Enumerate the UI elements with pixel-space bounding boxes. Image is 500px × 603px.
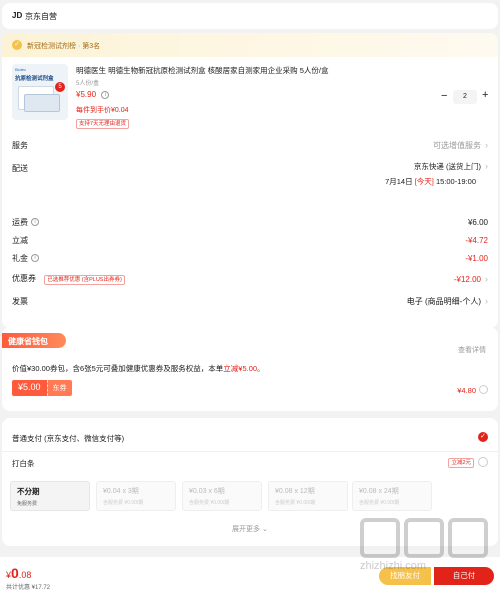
installment-title: ¥0.03 x 6期 (189, 488, 225, 495)
badge-icon: ✓ (12, 40, 22, 50)
info-icon[interactable]: i (101, 90, 110, 99)
installment-option[interactable]: ¥0.03 x 6期 含服务费 ¥0.00/期 (182, 481, 262, 511)
installment-title: ¥0.08 x 24期 (359, 488, 399, 495)
wallet-radio[interactable] (479, 385, 488, 394)
installment-option[interactable]: ¥0.08 x 24期 含服务费 ¥0.00/期 (352, 481, 432, 511)
installment-title: ¥0.08 x 12期 (275, 488, 315, 495)
delivery-label: 配送 (12, 164, 28, 173)
wallet-description: 价值¥30.00券包，含6张5元可叠加健康优惠券及服务权益，本单立减¥5.00。 (12, 363, 265, 374)
installment-sub: 含服务费 ¥0.00/期 (189, 500, 230, 506)
installment-sub: 含服务费 ¥0.00/期 (359, 500, 400, 506)
self-pay-button[interactable]: 自己付 (434, 567, 494, 585)
delivery-time: 15:00-19:00 (435, 177, 476, 186)
wallet-coupon: ¥5.00 东券 (12, 380, 72, 396)
installment-title: ¥0.04 x 3期 (103, 488, 139, 495)
product-title[interactable]: 明德医生 明德生物新冠抗原检测试剂盒 核酸居家自测家用企业采购 5人份/盒 (76, 66, 376, 76)
discount-row: 立减 -¥4.72 (12, 232, 488, 248)
product-spec: 5人份/盒 (76, 81, 100, 87)
invoice-row[interactable]: 发票 电子 (商品明细-个人) › (12, 293, 488, 309)
service-row[interactable]: 服务 可选增值服务 › (12, 137, 488, 153)
wallet-title: 健康省钱包 (8, 337, 48, 346)
installment-option[interactable]: ¥0.08 x 12期 含服务费 ¥0.00/期 (268, 481, 348, 511)
rank-banner[interactable]: ✓ 新冠检测试剂榜 · 第3名 (2, 33, 498, 57)
check-icon[interactable]: ✓ (478, 432, 488, 442)
installment-sub: 免服务费 (17, 501, 38, 507)
baitiao-label: 打白条 (12, 459, 35, 468)
freight-label: 运费 (12, 217, 28, 227)
normal-pay-label: 普通支付 (京东支付、微信支付等) (12, 434, 125, 443)
rank-text: 新冠检测试剂榜 · 第3名 (27, 43, 101, 50)
delivery-method: 京东快递 (送货上门) (413, 162, 481, 171)
minus-button[interactable]: − (441, 90, 447, 102)
product-thumbnail[interactable]: Biotec 抗原检测试剂盒 5 (12, 64, 68, 120)
thumb-badge: 5 (55, 82, 65, 92)
invoice-value: 电子 (商品明细-个人) (406, 296, 481, 306)
chevron-right-icon: › (485, 139, 488, 150)
wallet-banner: 健康省钱包 (2, 333, 66, 348)
chevron-down-icon: ⌄ (261, 526, 268, 533)
service-value: 可选增值服务 (433, 140, 481, 150)
installment-option[interactable]: 不分期 免服务费 (10, 481, 90, 511)
divider (2, 451, 498, 452)
delivery-date: 7月14日 (385, 177, 413, 186)
coupon-label: 优惠券 (12, 274, 36, 283)
health-wallet-card: 健康省钱包 查看详情 价值¥30.00券包，含6张5元可叠加健康优惠券及服务权益… (2, 327, 498, 411)
wallet-desc-highlight: 立减¥5.00。 (223, 364, 265, 373)
kit-box-shape (24, 94, 60, 112)
thumb-brand: Biotec (15, 67, 27, 72)
thumb-title: 抗原检测试剂盒 (15, 76, 54, 82)
baitiao-tag: 立减2元 (448, 458, 474, 468)
jd-logo: JD (12, 11, 23, 20)
gift-label: 礼金 (12, 253, 28, 263)
total-price: ¥0.08 (6, 565, 31, 583)
info-icon[interactable]: i (31, 254, 39, 263)
shop-name: 京东自营 (25, 12, 57, 21)
plus-button[interactable]: + (482, 89, 488, 101)
coupon-row[interactable]: 优惠券 已选推荐优惠 (含PLUS出券券) -¥12.00 › (12, 271, 488, 287)
installment-sub: 含服务费 ¥0.00/期 (275, 500, 316, 506)
installment-option[interactable]: ¥0.04 x 3期 含服务费 ¥0.00/期 (96, 481, 176, 511)
baitiao-radio[interactable] (478, 457, 488, 467)
info-icon[interactable]: i (31, 218, 39, 227)
chevron-right-icon: › (485, 161, 488, 171)
wallet-price: ¥4.80 (457, 386, 476, 395)
fees-card: 运费 i ¥6.00 立减 -¥4.72 礼金 i -¥1.00 优惠券 已选推荐优… (2, 208, 498, 318)
friend-pay-button[interactable]: 找朋友付 (379, 567, 431, 585)
installment-sub: 含服务费 ¥0.00/期 (103, 500, 144, 506)
gift-row: 礼金 i -¥1.00 (12, 250, 488, 266)
wallet-coupon-amount: ¥5.00 (12, 380, 47, 396)
total-savings: 共计优惠 ¥17.72 (6, 585, 51, 591)
product-price: ¥5.90 i (76, 90, 110, 99)
freight-row: 运费 i ¥6.00 (12, 214, 488, 230)
expand-more-label: 展开更多 (232, 526, 260, 533)
return-tag: 支持7天无理由退货 (76, 119, 130, 129)
chevron-right-icon: › (485, 295, 488, 306)
coupon-tag: 已选推荐优惠 (含PLUS出券券) (44, 275, 125, 285)
wallet-coupon-tag: 东券 (46, 380, 72, 396)
price-value: 5.90 (80, 90, 97, 99)
expand-more-button[interactable]: 展开更多 ⌄ (232, 524, 268, 534)
coupon-value: -¥12.00 (453, 275, 481, 284)
bottom-bar: ¥0.08 共计优惠 ¥17.72 找朋友付 自己付 (0, 557, 500, 603)
chevron-right-icon: › (485, 274, 488, 284)
daily-price: 每件到手价¥0.04 (76, 107, 129, 114)
delivery-value-block[interactable]: 京东快递 (送货上门) › 7月14日 [今天] 15:00-19:00 (385, 161, 488, 187)
total-int: 0 (11, 565, 19, 581)
shop-header: JD 京东自营 (2, 3, 498, 29)
quantity-input[interactable]: 2 (453, 90, 477, 104)
installment-title: 不分期 (17, 487, 40, 496)
service-label: 服务 (12, 140, 28, 150)
wallet-desc-text: 价值¥30.00券包，含6张5元可叠加健康优惠券及服务权益，本单 (12, 364, 224, 373)
wallet-details-link[interactable]: 查看详情 (458, 345, 486, 355)
delivery-today: [今天] (414, 177, 434, 186)
discount-label: 立减 (12, 235, 28, 245)
gift-value: -¥1.00 (465, 253, 488, 263)
freight-value: ¥6.00 (467, 217, 488, 227)
total-dec: .08 (18, 570, 32, 580)
discount-value: -¥4.72 (465, 235, 488, 245)
invoice-label: 发票 (12, 296, 28, 306)
